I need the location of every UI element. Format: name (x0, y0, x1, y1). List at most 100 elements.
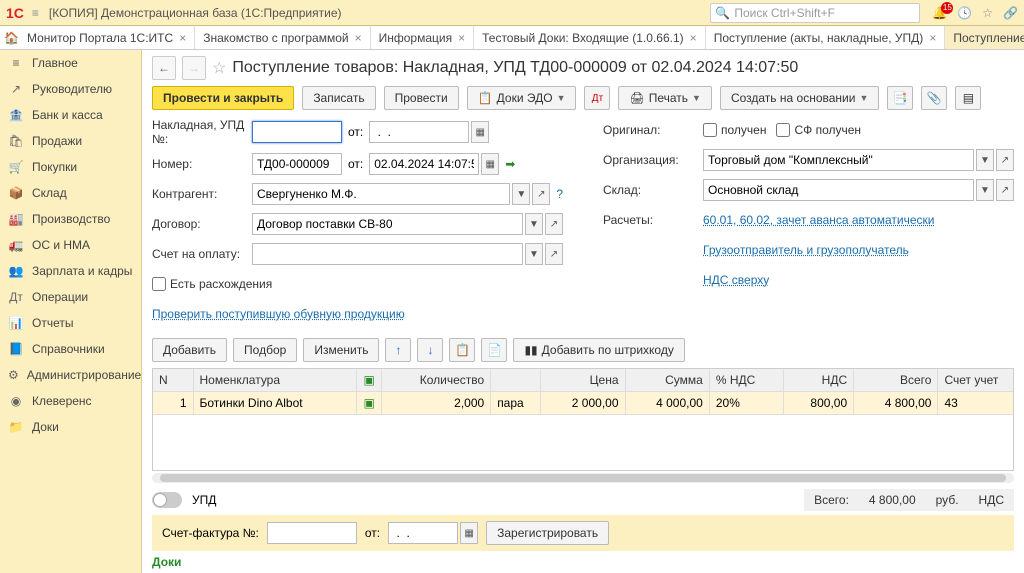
calendar-icon[interactable]: ▦ (471, 121, 489, 143)
items-table[interactable]: N Номенклатура ▣ Количество Цена Сумма %… (152, 368, 1014, 471)
warehouse-input[interactable] (703, 179, 974, 201)
discrepancy-checkbox[interactable]: Есть расхождения (152, 277, 272, 291)
select-button[interactable]: Подбор (233, 338, 297, 362)
sidebar-item-purchases[interactable]: 🛒Покупки (0, 154, 141, 180)
open-icon[interactable]: ↗ (996, 179, 1014, 201)
menu-icon[interactable]: ≡ (32, 6, 39, 20)
sidebar-item-cleverence[interactable]: ◉Клеверенс (0, 388, 141, 414)
dropdown-icon[interactable]: ▼ (976, 149, 994, 171)
col-item[interactable]: Номенклатура (193, 369, 357, 392)
move-down-button[interactable]: ↓ (417, 338, 443, 362)
tab-1[interactable]: Знакомство с программой× (195, 26, 370, 49)
register-button[interactable]: Зарегистрировать (486, 521, 609, 545)
help-icon[interactable]: ? (556, 187, 563, 201)
sidebar-item-bank[interactable]: 🏦Банк и касса (0, 102, 141, 128)
dropdown-icon[interactable]: ▼ (525, 213, 543, 235)
col-qty[interactable]: Количество (381, 369, 490, 392)
sidebar-item-admin[interactable]: ⚙Администрирование (0, 362, 141, 388)
star-icon[interactable]: ☆ (212, 58, 226, 78)
tab-3[interactable]: Тестовый Доки: Входящие (1.0.66.1)× (474, 26, 706, 49)
col-vat-rate[interactable]: % НДС (709, 369, 783, 392)
edit-button[interactable]: Изменить (303, 338, 379, 362)
date-input[interactable] (369, 153, 479, 175)
col-unit[interactable] (491, 369, 541, 392)
dropdown-icon[interactable]: ▼ (976, 179, 994, 201)
sf-received-checkbox[interactable]: СФ получен (776, 123, 861, 137)
edo-button[interactable]: 📋Доки ЭДО▼ (467, 86, 577, 110)
write-button[interactable]: Записать (302, 86, 375, 110)
close-icon[interactable]: × (458, 31, 465, 45)
sidebar-item-reports[interactable]: 📊Отчеты (0, 310, 141, 336)
calendar-icon[interactable]: ▦ (460, 522, 478, 544)
table-row[interactable]: 1 Ботинки Dino Albot ▣ 2,000 пара 2 000,… (153, 392, 1014, 415)
structure-button[interactable]: 📑 (887, 86, 913, 110)
print-button[interactable]: 🖨Печать▼ (618, 86, 711, 110)
close-icon[interactable]: × (690, 31, 697, 45)
contractor-input[interactable] (252, 183, 510, 205)
tab-0[interactable]: Монитор Портала 1С:ИТС× (19, 26, 195, 49)
sidebar-item-assets[interactable]: 🚛ОС и НМА (0, 232, 141, 258)
sidebar-item-hr[interactable]: 👥Зарплата и кадры (0, 258, 141, 284)
open-icon[interactable]: ↗ (545, 213, 563, 235)
dtkt-button[interactable]: Дт (584, 86, 610, 110)
col-vat[interactable]: НДС (783, 369, 853, 392)
global-search[interactable]: 🔍 Поиск Ctrl+Shift+F (710, 3, 920, 23)
dropdown-icon[interactable]: ▼ (525, 243, 543, 265)
open-icon[interactable]: ↗ (996, 149, 1014, 171)
col-account[interactable]: Счет учет (938, 369, 1014, 392)
col-mark[interactable]: ▣ (357, 369, 381, 392)
nakl-number-input[interactable] (252, 121, 342, 143)
notifications-icon[interactable]: 🔔15 (932, 6, 947, 20)
add-row-button[interactable]: Добавить (152, 338, 227, 362)
copy-button[interactable]: 📋 (449, 338, 475, 362)
sidebar-item-production[interactable]: 🏭Производство (0, 206, 141, 232)
calendar-icon[interactable]: ▦ (481, 153, 499, 175)
number-input[interactable] (252, 153, 342, 175)
sidebar-item-main[interactable]: ≡Главное (0, 50, 141, 76)
move-up-button[interactable]: ↑ (385, 338, 411, 362)
close-icon[interactable]: × (179, 31, 186, 45)
shipper-link[interactable]: Грузоотправитель и грузополучатель (703, 243, 909, 257)
link-icon[interactable]: 🔗 (1003, 6, 1018, 20)
contract-input[interactable] (252, 213, 523, 235)
sf-date-input[interactable] (388, 522, 458, 544)
vat-link[interactable]: НДС сверху (703, 273, 769, 287)
tab-4[interactable]: Поступление (акты, накладные, УПД)× (706, 26, 946, 49)
sidebar-item-doki[interactable]: 📁Доки (0, 414, 141, 440)
report-button[interactable]: ▤ (955, 86, 981, 110)
post-and-close-button[interactable]: Провести и закрыть (152, 86, 294, 110)
add-barcode-button[interactable]: ▮▮Добавить по штрихкоду (513, 338, 684, 362)
open-icon[interactable]: ↗ (532, 183, 550, 205)
upd-toggle[interactable] (152, 492, 182, 508)
sidebar-item-sales[interactable]: 🛍Продажи (0, 128, 141, 154)
col-price[interactable]: Цена (541, 369, 625, 392)
post-button[interactable]: Провести (384, 86, 459, 110)
sidebar-item-catalogs[interactable]: 📘Справочники (0, 336, 141, 362)
horizontal-scrollbar[interactable] (152, 473, 1014, 483)
nakl-date-input[interactable] (369, 121, 469, 143)
home-tab-icon[interactable]: 🏠 (4, 26, 19, 49)
history-icon[interactable]: 🕓 (957, 6, 972, 20)
col-sum[interactable]: Сумма (625, 369, 709, 392)
forward-button[interactable]: → (182, 56, 206, 80)
sidebar-item-manager[interactable]: ↗Руководителю (0, 76, 141, 102)
close-icon[interactable]: × (355, 31, 362, 45)
col-n[interactable]: N (153, 369, 193, 392)
pay-account-input[interactable] (252, 243, 523, 265)
dropdown-icon[interactable]: ▼ (512, 183, 530, 205)
sidebar-item-operations[interactable]: ДтОперации (0, 284, 141, 310)
check-shoes-link[interactable]: Проверить поступившую обувную продукцию (152, 307, 405, 321)
back-button[interactable]: ← (152, 56, 176, 80)
open-icon[interactable]: ↗ (545, 243, 563, 265)
col-total[interactable]: Всего (854, 369, 938, 392)
attach-button[interactable]: 📎 (921, 86, 947, 110)
tab-2[interactable]: Информация× (371, 26, 475, 49)
org-input[interactable] (703, 149, 974, 171)
close-icon[interactable]: × (929, 31, 936, 45)
sf-number-input[interactable] (267, 522, 357, 544)
calc-link[interactable]: 60.01, 60.02, зачет аванса автоматически (703, 213, 934, 227)
paste-button[interactable]: 📄 (481, 338, 507, 362)
create-based-button[interactable]: Создать на основании▼ (720, 86, 879, 110)
received-checkbox[interactable]: получен (703, 123, 766, 137)
favorite-icon[interactable]: ☆ (982, 6, 993, 20)
